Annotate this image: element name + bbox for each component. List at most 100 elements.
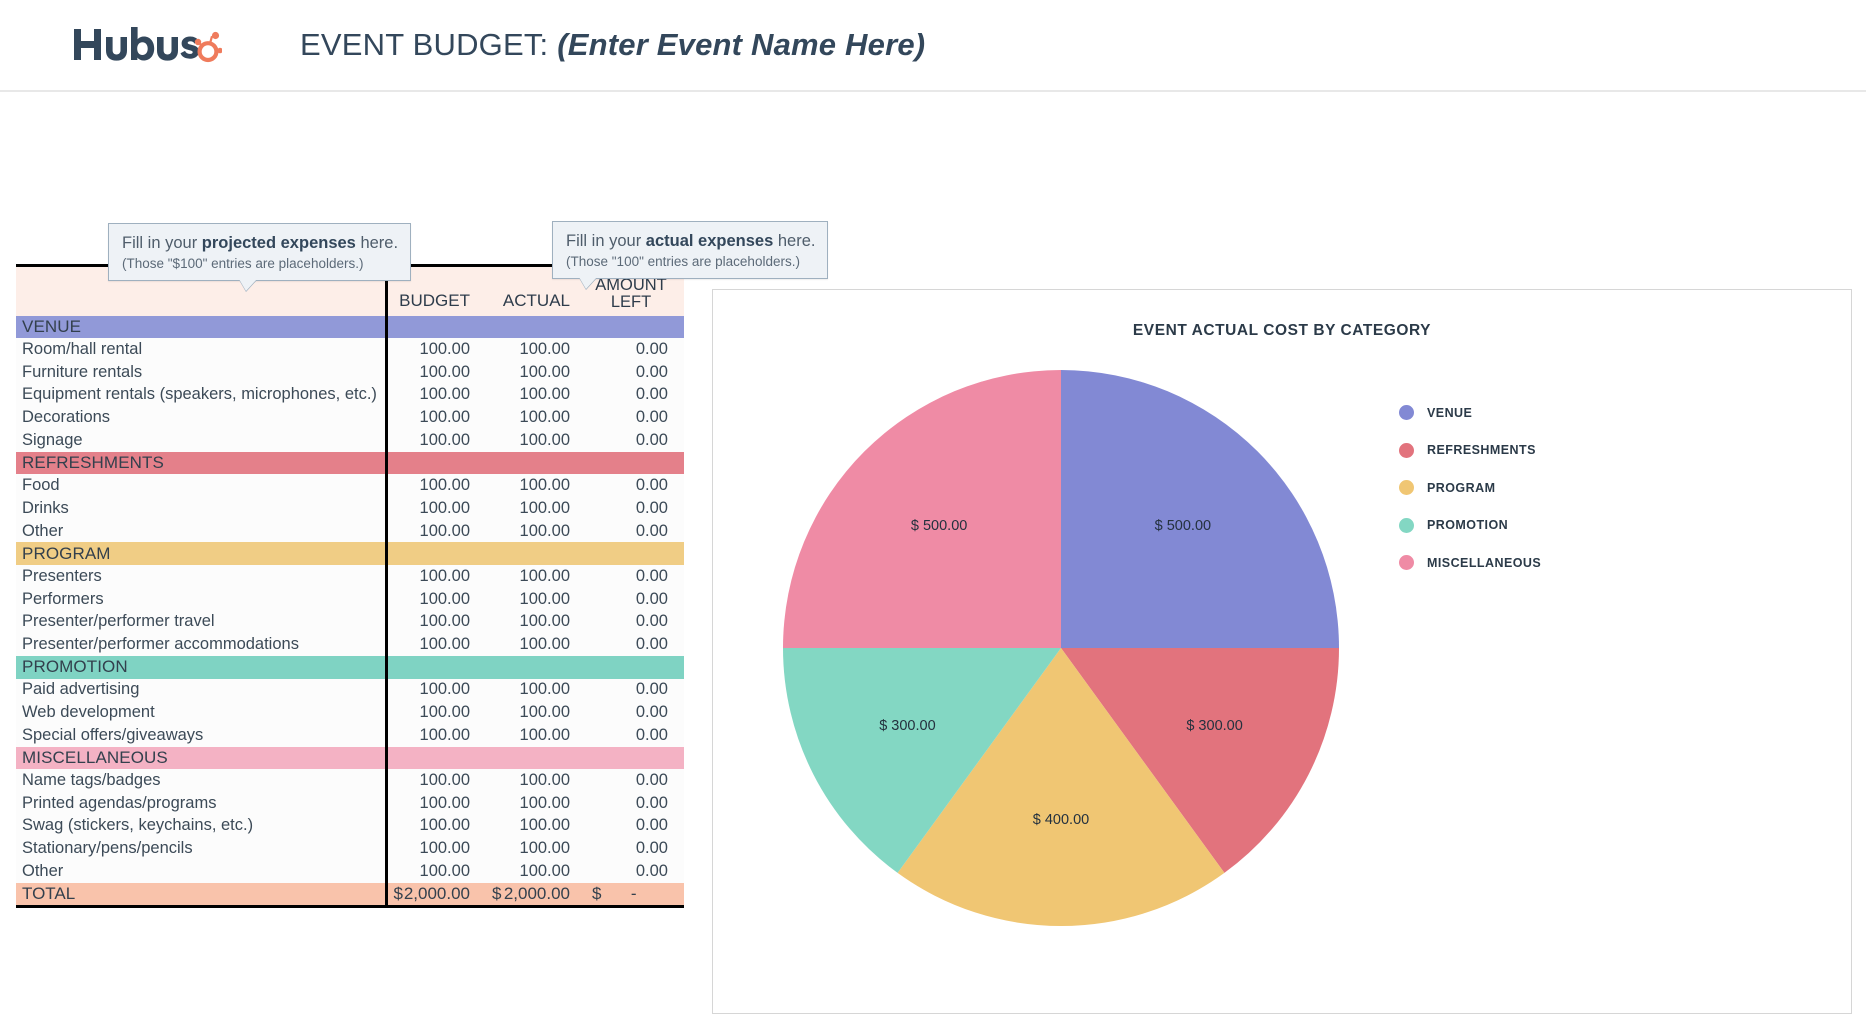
row-item-label: Drinks [16,497,386,520]
row-budget-cell[interactable]: 100.00 [384,383,486,407]
row-budget-cell[interactable]: 100.00 [384,633,486,656]
chart-panel: EVENT ACTUAL COST BY CATEGORY $ 500.00 $ … [712,289,1852,1014]
row-actual-cell[interactable]: 100.00 [486,769,586,792]
row-actual-cell[interactable]: 100.00 [486,519,586,543]
row-actual-cell[interactable]: 100.00 [486,791,586,815]
row-actual-cell[interactable]: 100.00 [486,723,586,747]
row-actual-cell[interactable]: 100.00 [486,338,586,361]
row-amount-left-cell: 0.00 [586,428,684,452]
row-budget-cell[interactable]: 100.00 [384,678,486,702]
row-amount-left-cell: 0.00 [586,474,684,497]
row-budget-cell[interactable]: 100.00 [384,497,486,520]
category-row: MISCELLANEOUS [16,746,684,770]
page-title-prefix: EVENT BUDGET: [300,27,549,62]
row-budget-cell[interactable]: 100.00 [384,769,486,792]
legend-color-swatch-icon [1399,517,1414,533]
callout-actual-hint: Fill in your actual expenses here. (Thos… [552,221,829,290]
category-label: VENUE [16,315,386,339]
row-budget-cell[interactable]: 100.00 [384,519,486,543]
row-actual-cell[interactable]: 100.00 [486,814,586,838]
row-amount-left-cell: 0.00 [586,360,684,384]
legend-label: PROGRAM [1427,480,1496,495]
legend-item[interactable]: REFRESHMENTS [1399,438,1541,463]
total-left-currency: $ [592,883,602,903]
row-actual-cell[interactable]: 100.00 [486,360,586,384]
row-actual-cell[interactable]: 100.00 [486,587,586,611]
row-budget-cell[interactable]: 100.00 [384,587,486,611]
legend-color-swatch-icon [1399,405,1414,420]
row-actual-cell[interactable]: 100.00 [486,406,586,429]
callout-budget-line1-bold: projected expenses [201,234,356,252]
row-actual-cell[interactable]: 100.00 [486,610,586,634]
row-amount-left-cell: 0.00 [586,837,684,860]
legend-label: PROMOTION [1427,518,1509,532]
callout-budget-line2: (Those "$100" entries are placeholders.) [122,256,364,272]
pie-slice[interactable] [1061,370,1339,648]
table-row: Drinks 100.00 100.00 0.00 [16,497,684,520]
row-amount-left-cell: 0.00 [586,587,684,611]
row-budget-cell[interactable]: 100.00 [384,406,486,429]
pie-slice[interactable] [783,370,1061,648]
row-amount-left-cell: 0.00 [586,814,684,838]
category-label: PROGRAM [16,542,386,566]
category-band-left [586,315,684,339]
category-band-left [586,542,684,566]
row-actual-cell[interactable]: 100.00 [486,428,586,452]
row-actual-cell[interactable]: 100.00 [486,837,586,860]
legend-color-swatch-icon [1399,555,1414,570]
row-item-label: Furniture rentals [16,360,386,384]
legend-item[interactable]: VENUE [1399,400,1541,425]
legend-item[interactable]: PROMOTION [1399,513,1541,538]
row-budget-cell[interactable]: 100.00 [384,837,486,860]
row-item-label: Swag (stickers, keychains, etc.) [16,814,386,838]
category-band-budget [384,542,486,566]
row-item-label: Presenter/performer accommodations [16,633,386,656]
row-budget-cell[interactable]: 100.00 [384,723,486,747]
row-amount-left-cell: 0.00 [586,633,684,656]
table-row: Presenter/performer travel 100.00 100.00 0.… [16,610,684,634]
row-item-label: Presenters [16,565,386,588]
row-budget-cell[interactable]: 100.00 [384,360,486,384]
category-band-budget [384,746,486,770]
total-budget-value: 2,000.00 [403,883,470,903]
row-budget-cell[interactable]: 100.00 [384,428,486,452]
table-row: Stationary/pens/pencils 100.00 100.00 0.00 [16,837,684,860]
category-label: PROMOTION [16,655,386,679]
callout-actual-line1-pre: Fill in your [566,232,646,250]
legend-item[interactable]: MISCELLANEOUS [1399,550,1541,575]
row-budget-cell[interactable]: 100.00 [384,814,486,838]
legend-color-swatch-icon [1399,442,1414,458]
row-budget-cell[interactable]: 100.00 [384,860,486,883]
row-budget-cell[interactable]: 100.00 [384,701,486,724]
table-row: Web development 100.00 100.00 0.00 [16,701,684,724]
row-amount-left-cell: 0.00 [586,565,684,588]
row-item-label: Performers [16,587,386,611]
row-actual-cell[interactable]: 100.00 [486,497,586,520]
row-actual-cell[interactable]: 100.00 [486,860,586,883]
category-row: VENUE [16,315,684,339]
callout-budget-line1: Fill in your projected expenses here. [122,232,398,254]
pie-chart-svg: $ 500.00 $ 300.00 $ 400.00 $ 300.00 $ 500.00 [783,370,1339,926]
callout-budget-line1-post: here. [355,234,399,252]
row-budget-cell[interactable]: 100.00 [384,338,486,361]
category-band-actual [486,542,586,566]
row-actual-cell[interactable]: 100.00 [486,678,586,702]
category-band-actual [486,451,586,475]
row-actual-cell[interactable]: 100.00 [486,474,586,497]
row-amount-left-cell: 0.00 [586,406,684,429]
row-item-label: Web development [16,701,386,724]
row-actual-cell[interactable]: 100.00 [486,633,586,656]
row-actual-cell[interactable]: 100.00 [486,383,586,407]
row-budget-cell[interactable]: 100.00 [384,565,486,588]
row-budget-cell[interactable]: 100.00 [384,791,486,815]
row-budget-cell[interactable]: 100.00 [384,474,486,497]
legend-item[interactable]: PROGRAM [1399,475,1541,500]
row-actual-cell[interactable]: 100.00 [486,701,586,724]
row-budget-cell[interactable]: 100.00 [384,610,486,634]
legend-label: VENUE [1427,405,1473,420]
row-actual-cell[interactable]: 100.00 [486,565,586,588]
event-name-placeholder[interactable]: (Enter Event Name Here) [557,27,925,62]
table-row: Presenters 100.00 100.00 0.00 [16,565,684,588]
row-item-label: Stationary/pens/pencils [16,837,386,860]
callout-actual-line2: (Those "100" entries are placeholders.) [566,254,800,270]
